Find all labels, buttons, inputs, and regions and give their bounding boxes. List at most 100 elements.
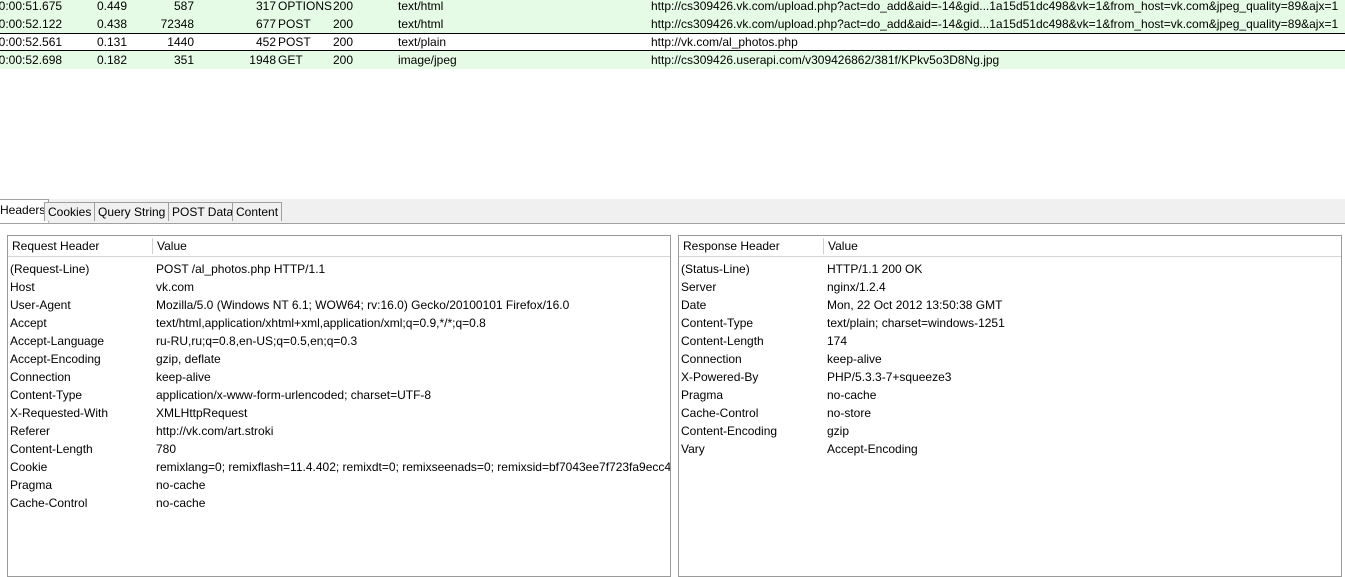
header-name: Pragma [10,478,53,492]
header-name: Accept-Encoding [10,352,101,366]
response-headers-panel[interactable]: Response Header Value (Status-Line) HTTP/… [678,235,1342,577]
header-name: Content-Length [10,442,93,456]
request-header-column[interactable]: Request Header [12,236,99,256]
header-row[interactable]: Accept-Encoding gzip, deflate [8,350,670,368]
request-type: text/plain [398,35,447,49]
header-row[interactable]: Vary Accept-Encoding [679,440,1341,458]
header-value: no-cache [827,388,877,402]
header-value: no-store [827,406,872,420]
header-row[interactable]: Referer http://vk.com/art.stroki [8,422,670,440]
request-url: http://cs309426.userapi.com/v309426862/3… [651,53,1000,67]
tab-content[interactable]: Content [232,202,283,221]
header-value: HTTP/1.1 200 OK [827,262,923,276]
response-headers-column-header: Response Header Value [679,236,1341,257]
header-row[interactable]: Content-Type application/x-www-form-urlen… [8,386,670,404]
request-url: http://cs309426.vk.com/upload.php?act=do… [651,0,1339,13]
column-separator[interactable] [152,238,153,254]
header-value: keep-alive [156,370,211,384]
header-value: text/plain; charset=windows-1251 [827,316,1005,330]
header-value: Mozilla/5.0 (Windows NT 6.1; WOW64; rv:1… [156,298,570,312]
header-value: XMLHttpRequest [156,406,248,420]
tab-post-data[interactable]: POST Data [168,202,238,221]
header-value: PHP/5.3.3-7+squeeze3 [827,370,952,384]
header-name: Content-Encoding [681,424,778,438]
header-value: POST /al_photos.php HTTP/1.1 [156,262,326,276]
header-name: Referer [10,424,51,438]
header-value: gzip [827,424,850,438]
request-type: text/html [398,0,444,13]
request-status: 200 [333,53,354,67]
header-name: Accept [10,316,47,330]
header-row[interactable]: Pragma no-cache [679,386,1341,404]
header-row[interactable]: Content-Encoding gzip [679,422,1341,440]
header-row[interactable]: Host vk.com [8,278,670,296]
header-value: no-cache [156,478,206,492]
header-name: User-Agent [10,298,71,312]
header-name: Date [681,298,707,312]
header-row[interactable]: Cache-Control no-store [679,404,1341,422]
header-row[interactable]: Content-Length 780 [8,440,670,458]
request-status: 200 [333,35,354,49]
header-name: Connection [681,352,742,366]
header-row[interactable]: Date Mon, 22 Oct 2012 13:50:38 GMT [679,296,1341,314]
header-row[interactable]: Content-Length 174 [679,332,1341,350]
value-column[interactable]: Value [157,236,187,256]
header-row[interactable]: X-Requested-With XMLHttpRequest [8,404,670,422]
detail-tab-strip: Headers Cookies Query String POST Data C… [0,199,1345,224]
tab-cookies[interactable]: Cookies [44,202,96,221]
header-row[interactable]: Content-Type text/plain; charset=windows-… [679,314,1341,332]
header-row[interactable]: (Status-Line) HTTP/1.1 200 OK [679,260,1341,278]
request-type: image/jpeg [398,53,457,67]
header-name: Cache-Control [10,496,88,510]
request-duration: 0.131 [97,35,128,49]
tab-query-string[interactable]: Query String [94,202,170,221]
header-name: Server [681,280,717,294]
header-name: Content-Length [681,334,764,348]
header-row[interactable]: (Request-Line) POST /al_photos.php HTTP/1… [8,260,670,278]
request-list: 00:00:51.675 0.449 587 317 OPTIONS 200 t… [0,0,1345,198]
header-value: vk.com [156,280,195,294]
value-column[interactable]: Value [828,236,858,256]
header-name: X-Powered-By [681,370,759,384]
header-value: Mon, 22 Oct 2012 13:50:38 GMT [827,298,1003,312]
header-row[interactable]: Accept text/html,application/xhtml+xml,ap… [8,314,670,332]
header-name: Vary [681,442,705,456]
request-row[interactable]: 00:00:51.675 0.449 587 317 OPTIONS 200 t… [0,0,1345,15]
request-sent-bytes: 351 [173,53,194,67]
header-row[interactable]: X-Powered-By PHP/5.3.3-7+squeeze3 [679,368,1341,386]
request-status: 200 [333,0,354,13]
tab-headers[interactable]: Headers [0,199,50,223]
header-name: X-Requested-With [10,406,109,420]
request-received-bytes: 317 [255,0,276,13]
header-name: Connection [10,370,71,384]
header-row[interactable]: Cache-Control no-cache [8,494,670,512]
header-name: Content-Type [10,388,83,402]
request-sent-bytes: 72348 [160,17,194,31]
header-value: keep-alive [827,352,882,366]
header-name: Cache-Control [681,406,759,420]
request-row[interactable]: 00:00:52.122 0.438 72348 677 POST 200 te… [0,15,1345,33]
request-time: 00:00:52.698 [0,53,63,67]
header-value: 780 [156,442,177,456]
request-row-selected[interactable]: 00:00:52.561 0.131 1440 452 POST 200 tex… [0,33,1345,51]
header-row[interactable]: Connection keep-alive [8,368,670,386]
request-type: text/html [398,17,444,31]
header-row[interactable]: Server nginx/1.2.4 [679,278,1341,296]
header-value: gzip, deflate [156,352,221,366]
response-header-column[interactable]: Response Header [683,236,780,256]
request-time: 00:00:52.561 [0,35,63,49]
request-method: GET [278,53,303,67]
request-time: 00:00:52.122 [0,17,63,31]
headers-details: Request Header Value (Request-Line) POST … [0,224,1345,577]
request-row[interactable]: 00:00:52.698 0.182 351 1948 GET 200 imag… [0,51,1345,69]
request-received-bytes: 1948 [249,53,276,67]
column-separator[interactable] [823,238,824,254]
header-row[interactable]: User-Agent Mozilla/5.0 (Windows NT 6.1; W… [8,296,670,314]
header-row[interactable]: Connection keep-alive [679,350,1341,368]
header-row[interactable]: Accept-Language ru-RU,ru;q=0.8,en-US;q=0.… [8,332,670,350]
request-headers-panel[interactable]: Request Header Value (Request-Line) POST … [7,235,671,577]
header-row[interactable]: Cookie remixlang=0; remixflash=11.4.402; … [8,458,670,476]
header-value: 174 [827,334,848,348]
header-name: (Status-Line) [681,262,750,276]
header-row[interactable]: Pragma no-cache [8,476,670,494]
